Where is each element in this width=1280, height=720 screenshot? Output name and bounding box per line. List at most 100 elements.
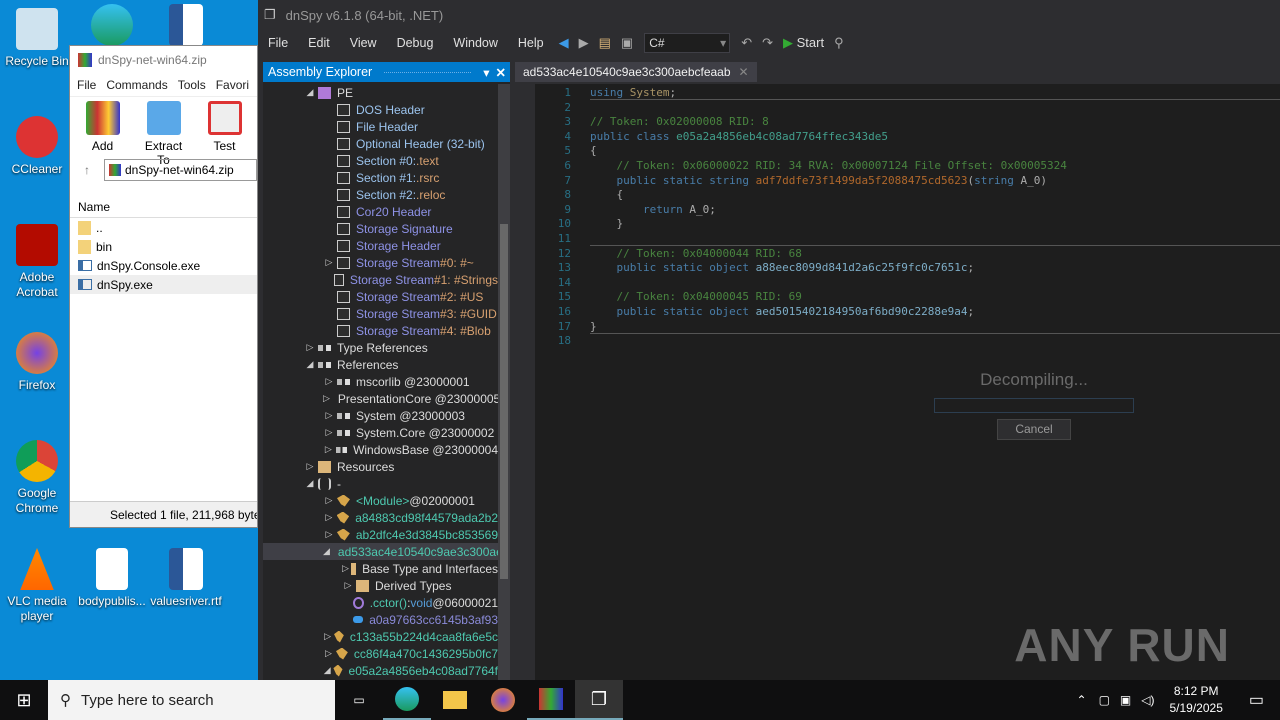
collapse-arrow-icon[interactable]: ◢ — [304, 478, 316, 489]
menu-window[interactable]: Window — [443, 36, 507, 50]
tree-node[interactable]: ▷ Derived Types — [263, 577, 498, 594]
expand-arrow-icon[interactable]: ▷ — [323, 376, 335, 387]
tree-node[interactable]: ▷ c133a55b224d4caa8fa6e5c — [263, 628, 498, 645]
expand-arrow-icon[interactable]: ▷ — [323, 512, 335, 523]
expand-arrow-icon[interactable]: ▷ — [323, 444, 334, 455]
menu-file[interactable]: File — [77, 78, 96, 92]
tree-node[interactable]: ▷ mscorlib @23000001 — [263, 373, 498, 390]
tree-node[interactable]: Storage Signature — [263, 220, 498, 237]
taskbar-dnspy[interactable]: ❐ — [575, 680, 623, 720]
tree-node[interactable]: Storage Stream #3: #GUID — [263, 305, 498, 322]
tree-node[interactable]: Storage Stream #1: #Strings — [263, 271, 498, 288]
expand-arrow-icon[interactable]: ▷ — [304, 342, 316, 353]
dropdown-icon[interactable]: ▾ — [483, 65, 489, 80]
expand-arrow-icon[interactable]: ▷ — [323, 257, 335, 268]
expand-arrow-icon[interactable]: ▷ — [323, 648, 334, 659]
add-button[interactable]: Add — [78, 101, 127, 153]
tree-node[interactable]: ◢ e05a2a4856eb4c08ad7764f — [263, 662, 498, 679]
expand-arrow-icon[interactable]: ▷ — [342, 580, 354, 591]
tree-node[interactable]: Section #1: .rsrc — [263, 169, 498, 186]
tree-node[interactable]: Storage Stream #2: #US — [263, 288, 498, 305]
tree-node[interactable]: ▷ WindowsBase @23000004 — [263, 441, 498, 458]
save-icon[interactable]: ▣ — [616, 35, 638, 51]
file-row[interactable]: .. — [70, 218, 257, 237]
tree-node[interactable]: ◢ ad533ac4e10540c9ae3c300aebcfeaab — [263, 543, 498, 560]
menu-commands[interactable]: Commands — [106, 78, 167, 92]
tree-node[interactable]: ▷ Resources — [263, 458, 498, 475]
desktop-icon-firefox[interactable]: Firefox — [1, 332, 73, 393]
tree-node[interactable]: ◢ PE — [263, 84, 498, 101]
network-icon[interactable]: ▣ — [1115, 693, 1136, 707]
close-icon[interactable]: ✕ — [739, 65, 749, 79]
expand-arrow-icon[interactable]: ▷ — [323, 410, 335, 421]
task-view-button[interactable]: ▭ — [335, 680, 383, 720]
tree-node[interactable]: ▷ cc86f4a470c1436295b0fc7 — [263, 645, 498, 662]
tree-node[interactable]: ▷ Type References — [263, 339, 498, 356]
winrar-title-bar[interactable]: dnSpy-net-win64.zip — [70, 46, 257, 74]
open-icon[interactable]: ▤ — [594, 35, 616, 51]
menu-debug[interactable]: Debug — [387, 36, 444, 50]
clock[interactable]: 8:12 PM 5/19/2025 — [1159, 683, 1232, 717]
desktop-icon-recycle-bin[interactable]: Recycle Bin — [1, 8, 73, 69]
menu-help[interactable]: Help — [508, 36, 554, 50]
menu-view[interactable]: View — [340, 36, 387, 50]
expand-arrow-icon[interactable]: ▷ — [323, 393, 330, 404]
expand-arrow-icon[interactable]: ▷ — [323, 631, 332, 642]
column-header-name[interactable]: Name — [70, 192, 257, 218]
close-icon[interactable]: ✕ — [496, 65, 510, 80]
tree-node[interactable]: Optional Header (32-bit) — [263, 135, 498, 152]
taskbar-winrar[interactable] — [527, 680, 575, 720]
code-editor[interactable]: 1 using System; 2 3 // Token: 0x02000008 RID… — [535, 84, 1280, 680]
tree-node[interactable]: a0a97663cc6145b3af93 — [263, 611, 498, 628]
tree-node[interactable]: ▷ ab2dfc4e3d3845bc853569 — [263, 526, 499, 543]
taskbar-explorer[interactable] — [431, 680, 479, 720]
up-arrow-icon[interactable]: ↑ — [84, 163, 90, 177]
taskbar-firefox[interactable] — [479, 680, 527, 720]
file-row[interactable]: dnSpy.Console.exe — [70, 256, 257, 275]
meet-now-icon[interactable]: ▢ — [1094, 693, 1115, 707]
desktop-icon-edge[interactable] — [76, 4, 148, 50]
file-row[interactable]: bin — [70, 237, 257, 256]
undo-icon[interactable]: ↶ — [736, 35, 757, 51]
tree-node[interactable]: Storage Stream #4: #Blob — [263, 322, 498, 339]
tree-node[interactable]: ◢ References — [263, 356, 498, 373]
extract-to-button[interactable]: Extract To — [139, 101, 188, 167]
tree-node[interactable]: Storage Header — [263, 237, 498, 254]
notification-icon[interactable]: ▭ — [1233, 690, 1280, 710]
tree-node[interactable]: DOS Header — [263, 101, 498, 118]
cancel-button[interactable]: Cancel — [997, 419, 1071, 440]
desktop-icon-ccleaner[interactable]: CCleaner — [1, 116, 73, 177]
tree-node[interactable]: ◢ - — [263, 475, 498, 492]
expand-arrow-icon[interactable]: ▷ — [342, 563, 349, 574]
expand-arrow-icon[interactable]: ▷ — [323, 495, 335, 506]
desktop-icon-chrome[interactable]: Google Chrome — [1, 440, 73, 516]
desktop-icon-bodypublis[interactable]: bodypublis... — [76, 548, 148, 609]
dnspy-title-bar[interactable]: ❐ dnSpy v6.1.8 (64-bit, .NET) — [258, 0, 1280, 30]
expand-arrow-icon[interactable]: ▷ — [304, 461, 316, 472]
taskbar-edge[interactable] — [383, 680, 431, 720]
expand-arrow-icon[interactable]: ▷ — [323, 427, 335, 438]
menu-edit[interactable]: Edit — [298, 36, 340, 50]
file-row[interactable]: dnSpy.exe — [70, 275, 257, 294]
expand-arrow-icon[interactable]: ▷ — [323, 529, 335, 540]
test-button[interactable]: Test — [200, 101, 249, 153]
collapse-arrow-icon[interactable]: ◢ — [323, 546, 330, 557]
menu-file[interactable]: File — [258, 36, 298, 50]
redo-icon[interactable]: ↷ — [757, 35, 778, 51]
path-field[interactable]: dnSpy-net-win64.zip — [104, 159, 257, 181]
tree-node[interactable]: ▷ PresentationCore @23000005 — [263, 390, 498, 407]
desktop-icon-acrobat[interactable]: Adobe Acrobat — [1, 224, 73, 300]
collapse-arrow-icon[interactable]: ◢ — [304, 359, 316, 370]
collapse-arrow-icon[interactable]: ◢ — [323, 665, 331, 676]
search-box[interactable]: ⚲ Type here to search — [48, 680, 335, 720]
desktop-icon-word[interactable] — [150, 4, 222, 50]
desktop-icon-valuesriver[interactable]: valuesriver.rtf — [150, 548, 222, 609]
tree-node[interactable]: ▷ a84883cd98f44579ada2b2 — [263, 509, 498, 526]
forward-icon[interactable]: ▶ — [574, 35, 594, 51]
tree-node[interactable]: ▷ <Module> @02000001 — [263, 492, 498, 509]
back-icon[interactable]: ◀ — [554, 35, 574, 51]
tree-scrollbar[interactable] — [498, 84, 510, 680]
tree-node[interactable]: File Header — [263, 118, 498, 135]
tree-node[interactable]: ▷ Base Type and Interfaces — [263, 560, 498, 577]
tree-node[interactable]: ▷ System.Core @23000002 — [263, 424, 498, 441]
